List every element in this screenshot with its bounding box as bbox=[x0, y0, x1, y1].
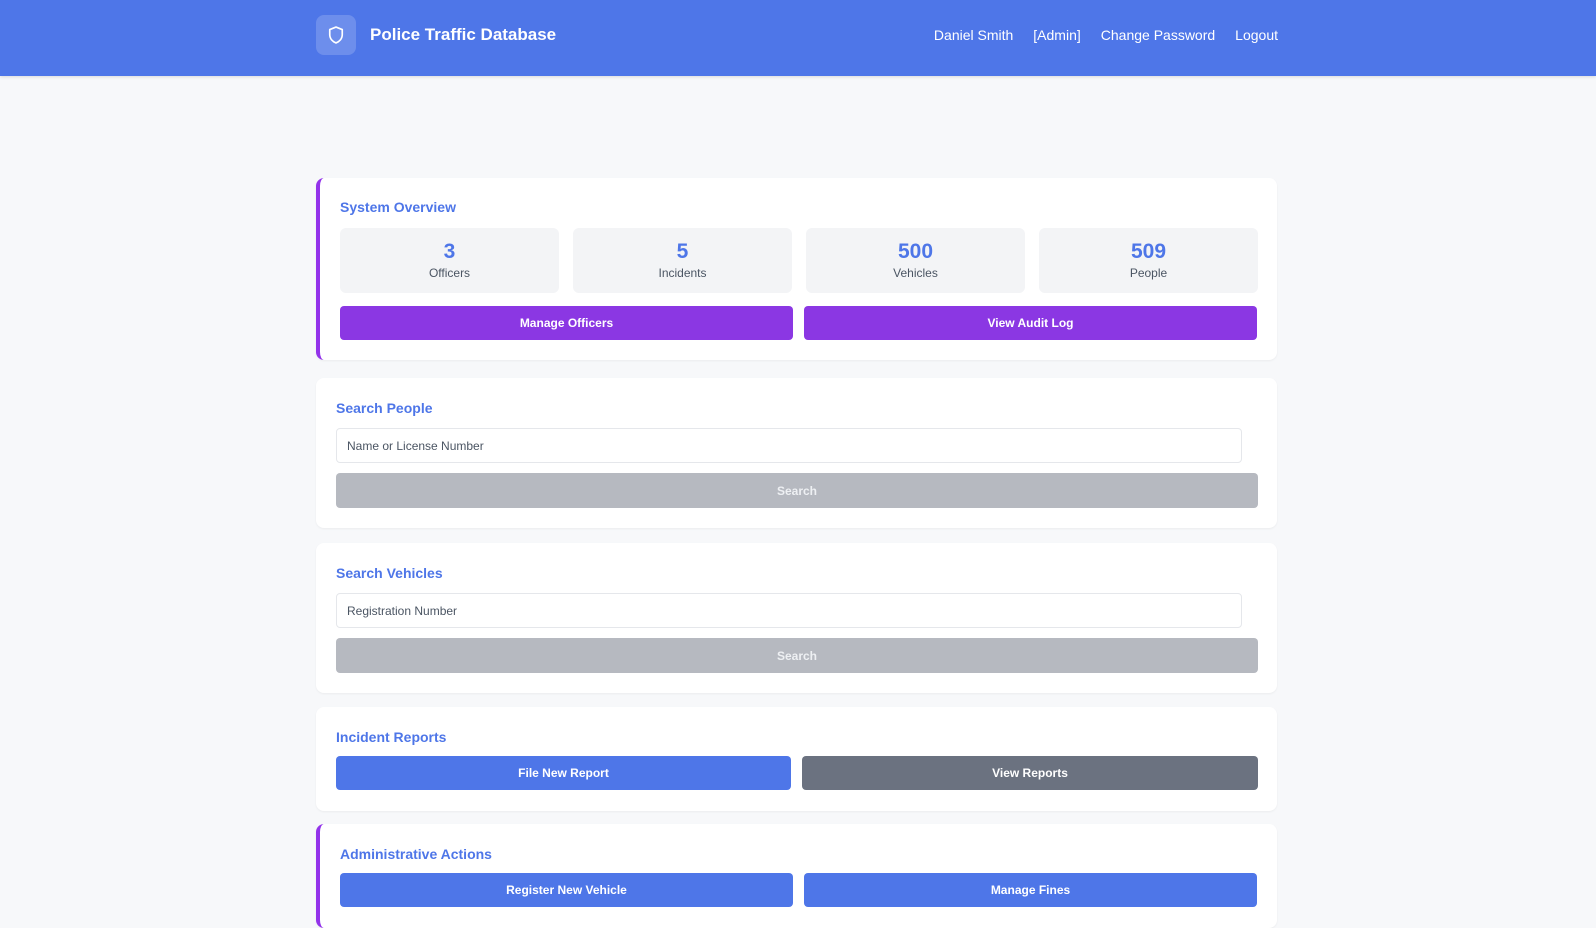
register-new-vehicle-button[interactable]: Register New Vehicle bbox=[340, 873, 793, 907]
search-vehicles-button[interactable]: Search bbox=[336, 638, 1258, 673]
search-people-button[interactable]: Search bbox=[336, 473, 1258, 508]
stat-label: Vehicles bbox=[893, 266, 938, 280]
search-vehicles-card: Search Vehicles Search bbox=[316, 543, 1277, 693]
user-nav: Daniel Smith [Admin] Change Password Log… bbox=[934, 27, 1278, 43]
incident-reports-title: Incident Reports bbox=[336, 729, 447, 745]
stat-value: 509 bbox=[1130, 240, 1167, 263]
shield-icon bbox=[316, 15, 356, 55]
stat-officers: 3 Officers bbox=[340, 228, 559, 293]
people-search-input[interactable] bbox=[336, 428, 1242, 463]
file-new-report-button[interactable]: File New Report bbox=[336, 756, 791, 790]
manage-fines-button[interactable]: Manage Fines bbox=[804, 873, 1257, 907]
top-navbar: Police Traffic Database Daniel Smith [Ad… bbox=[0, 0, 1596, 76]
user-name: Daniel Smith bbox=[933, 27, 1014, 43]
stat-label: Incidents bbox=[658, 266, 707, 280]
change-password-link[interactable]: Change Password bbox=[1101, 27, 1215, 43]
stat-label: Officers bbox=[428, 266, 471, 280]
view-audit-log-button[interactable]: View Audit Log bbox=[804, 306, 1257, 340]
search-vehicles-title: Search Vehicles bbox=[336, 565, 443, 581]
stat-label: People bbox=[1129, 266, 1168, 280]
app-title: Police Traffic Database bbox=[370, 25, 557, 44]
user-role-badge: [Admin] bbox=[1033, 27, 1081, 43]
manage-officers-button[interactable]: Manage Officers bbox=[340, 306, 793, 340]
stat-value: 5 bbox=[676, 240, 689, 263]
administrative-actions-card: Administrative Actions Register New Vehi… bbox=[316, 824, 1277, 928]
vehicle-search-input[interactable] bbox=[336, 593, 1242, 628]
system-overview-card: System Overview 3 Officers 5 Incidents 5… bbox=[316, 178, 1277, 360]
stat-value: 500 bbox=[897, 240, 934, 263]
logout-link[interactable]: Logout bbox=[1235, 27, 1278, 43]
stat-incidents: 5 Incidents bbox=[573, 228, 792, 293]
search-people-title: Search People bbox=[336, 400, 433, 416]
stat-people: 509 People bbox=[1039, 228, 1258, 293]
stats-row: 3 Officers 5 Incidents 500 Vehicles 509 … bbox=[340, 228, 1258, 293]
administrative-actions-title: Administrative Actions bbox=[340, 846, 492, 862]
stat-vehicles: 500 Vehicles bbox=[806, 228, 1025, 293]
search-people-card: Search People Search bbox=[316, 378, 1277, 528]
incident-reports-card: Incident Reports File New Report View Re… bbox=[316, 707, 1277, 811]
view-reports-button[interactable]: View Reports bbox=[802, 756, 1258, 790]
brand: Police Traffic Database bbox=[316, 15, 556, 55]
stat-value: 3 bbox=[443, 240, 456, 263]
system-overview-title: System Overview bbox=[340, 199, 456, 215]
